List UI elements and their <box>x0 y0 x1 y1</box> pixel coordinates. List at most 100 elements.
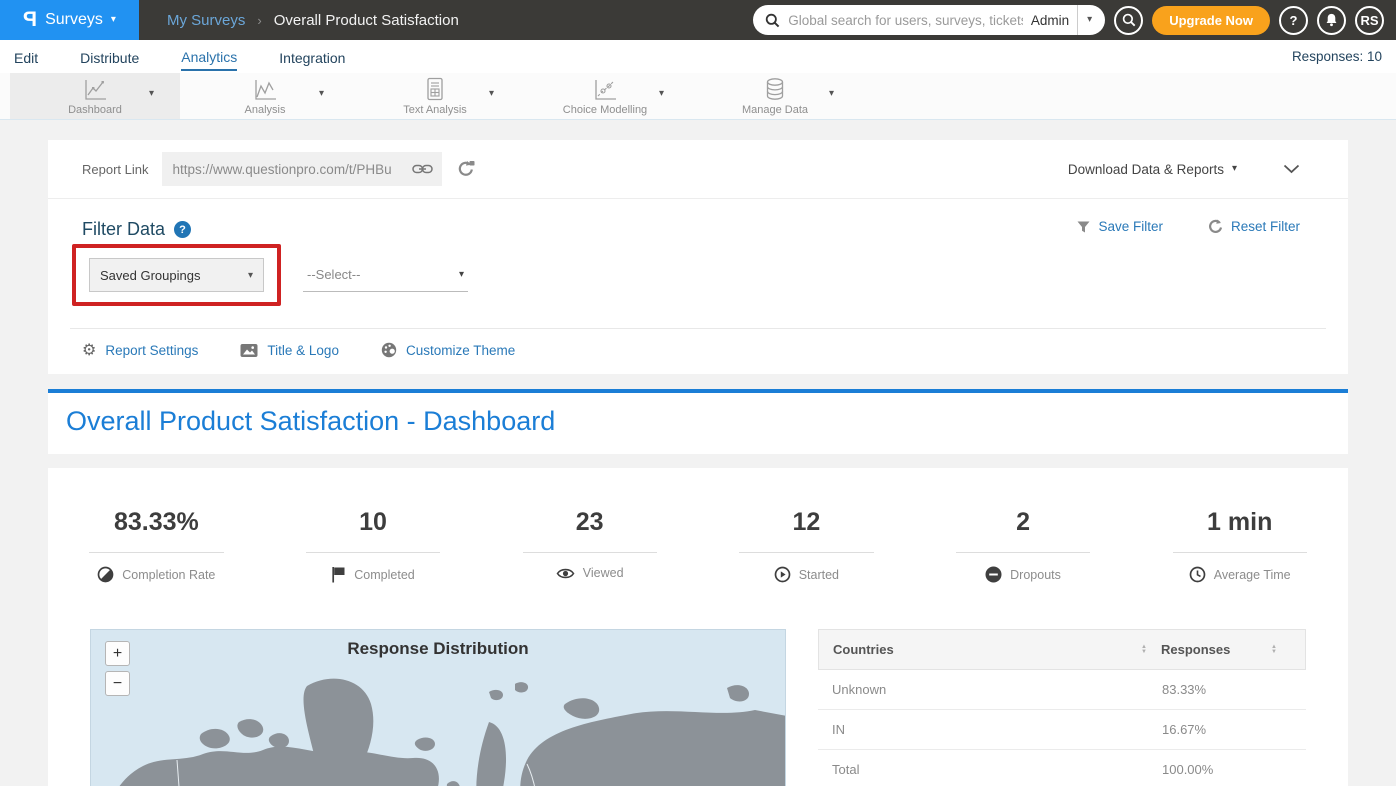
title-logo-link[interactable]: Title & Logo <box>240 343 339 358</box>
report-filter-card: Report Link Download Data & Reports <box>48 140 1348 374</box>
breadcrumb-separator: › <box>257 13 261 28</box>
search-icon <box>1122 13 1136 27</box>
play-circle-icon <box>774 566 791 583</box>
upgrade-now-button[interactable]: Upgrade Now <box>1152 6 1270 35</box>
tab-label: Manage Data <box>742 104 808 116</box>
chevron-down-icon <box>1283 164 1300 174</box>
stat-value: 23 <box>481 508 698 537</box>
refresh-link-lock-icon[interactable] <box>456 160 476 178</box>
tab-manage-data[interactable]: ▾ Manage Data <box>690 73 860 119</box>
search-scope-dropdown[interactable]: ▾ <box>1077 5 1101 35</box>
tab-dropdown-caret[interactable]: ▾ <box>829 88 834 99</box>
countries-column-header[interactable]: Countries <box>833 642 894 657</box>
topbar-actions: Admin ▾ Upgrade Now ? RS <box>753 5 1396 35</box>
search-scope[interactable]: Admin <box>1031 13 1069 28</box>
stat-label: Dropouts <box>1010 568 1061 582</box>
tab-analysis[interactable]: ▾ Analysis <box>180 73 350 119</box>
tab-text-analysis[interactable]: ▾ Text Analysis <box>350 73 520 119</box>
bell-icon <box>1324 12 1339 28</box>
tab-dropdown-caret[interactable]: ▾ <box>659 88 664 99</box>
dashboard-title-card: Overall Product Satisfaction - Dashboard <box>48 389 1348 454</box>
notifications-button[interactable] <box>1317 6 1346 35</box>
tab-dropdown-caret[interactable]: ▾ <box>149 88 154 99</box>
country-cell: Total <box>832 762 1162 777</box>
saved-groupings-select[interactable]: Saved Groupings ▾ <box>89 258 264 292</box>
stats-row: 83.33% Completion Rate 10 <box>48 508 1348 583</box>
saved-groupings-value: Saved Groupings <box>100 268 200 283</box>
stat-label: Completion Rate <box>122 568 215 582</box>
completion-rate-icon <box>97 566 114 583</box>
stat-completed: 10 Completed <box>265 508 482 583</box>
response-distribution-map[interactable]: Response Distribution + − <box>90 629 786 786</box>
eye-icon <box>556 567 575 580</box>
tab-label: Text Analysis <box>403 104 467 116</box>
report-link-label: Report Link <box>82 162 148 177</box>
link-icon[interactable] <box>412 163 433 175</box>
report-link-input[interactable] <box>172 162 406 177</box>
download-data-reports-dropdown[interactable]: Download Data & Reports ▾ <box>1068 162 1237 177</box>
breadcrumb-current: Overall Product Satisfaction <box>274 12 459 29</box>
stat-value: 12 <box>698 508 915 537</box>
table-row: Unknown 83.33% <box>818 670 1306 710</box>
funnel-icon <box>1077 221 1090 233</box>
avatar[interactable]: RS <box>1355 6 1384 35</box>
dashboard-chart-icon <box>82 78 108 102</box>
grouping-select-placeholder: --Select-- <box>307 267 360 282</box>
search-input[interactable] <box>788 13 1023 28</box>
search-button[interactable] <box>1114 6 1143 35</box>
report-link-field <box>162 152 442 186</box>
topbar: P Surveys ▾ My Surveys › Overall Product… <box>0 0 1396 40</box>
customize-theme-link[interactable]: Customize Theme <box>381 342 515 358</box>
nav-analytics[interactable]: Analytics <box>181 43 237 71</box>
avatar-initials: RS <box>1360 13 1378 28</box>
tab-dropdown-caret[interactable]: ▾ <box>319 88 324 99</box>
filter-help-icon[interactable]: ? <box>174 221 191 238</box>
search-icon <box>765 13 780 28</box>
nav-distribute[interactable]: Distribute <box>80 44 139 70</box>
chevron-down-icon: ▾ <box>111 15 116 25</box>
responses-cell: 83.33% <box>1162 682 1292 697</box>
tab-dropdown-caret[interactable]: ▾ <box>489 88 494 99</box>
clock-icon <box>1189 566 1206 583</box>
stat-dropouts: 2 Dropouts <box>915 508 1132 583</box>
map-zoom-in-button[interactable]: + <box>105 641 130 666</box>
stat-label: Completed <box>354 568 414 582</box>
dashboard-stats-card: 83.33% Completion Rate 10 <box>48 468 1348 786</box>
stat-label: Average Time <box>1214 568 1291 582</box>
title-logo-label: Title & Logo <box>267 343 339 358</box>
save-filter-label: Save Filter <box>1098 219 1163 234</box>
collapse-panel-button[interactable] <box>1283 164 1300 174</box>
choice-modelling-icon <box>592 78 618 102</box>
responses-count: Responses: 10 <box>1292 49 1382 64</box>
reset-icon <box>1207 219 1223 234</box>
nav-edit[interactable]: Edit <box>14 44 38 70</box>
minus-circle-icon <box>985 566 1002 583</box>
chevron-down-icon: ▾ <box>459 269 464 280</box>
tab-dashboard[interactable]: ▾ Dashboard <box>10 73 180 119</box>
save-filter-button[interactable]: Save Filter <box>1077 219 1163 234</box>
palette-icon <box>381 342 397 358</box>
grouping-value-select[interactable]: --Select-- ▾ <box>303 258 468 292</box>
breadcrumb-my-surveys[interactable]: My Surveys <box>167 12 245 29</box>
responses-column-header[interactable]: Responses <box>1161 642 1230 657</box>
sort-icon[interactable]: ▲▼ <box>1271 645 1277 655</box>
chevron-down-icon: ▾ <box>1087 15 1092 25</box>
stat-label: Viewed <box>583 566 624 580</box>
filter-selects-row: Saved Groupings ▾ --Select-- ▾ <box>48 240 1348 322</box>
page-content: Report Link Download Data & Reports <box>0 140 1396 786</box>
report-settings-link[interactable]: ⚙ Report Settings <box>82 342 198 358</box>
reset-filter-button[interactable]: Reset Filter <box>1207 219 1300 234</box>
sort-icon[interactable]: ▲▼ <box>1141 645 1147 655</box>
analytics-tabbar: ▾ Dashboard ▾ Analysis ▾ Text Analysis <box>0 73 1396 120</box>
stat-value: 83.33% <box>48 508 265 537</box>
database-icon <box>763 77 787 102</box>
country-cell: IN <box>832 722 1162 737</box>
tab-choice-modelling[interactable]: ▾ Choice Modelling <box>520 73 690 119</box>
questionpro-logo: P <box>23 8 37 32</box>
nav-integration[interactable]: Integration <box>279 44 345 70</box>
stat-average-time: 1 min Average Time <box>1131 508 1348 583</box>
map-title: Response Distribution <box>91 639 785 659</box>
responses-cell: 100.00% <box>1162 762 1292 777</box>
product-menu[interactable]: P Surveys ▾ <box>0 0 139 40</box>
help-button[interactable]: ? <box>1279 6 1308 35</box>
